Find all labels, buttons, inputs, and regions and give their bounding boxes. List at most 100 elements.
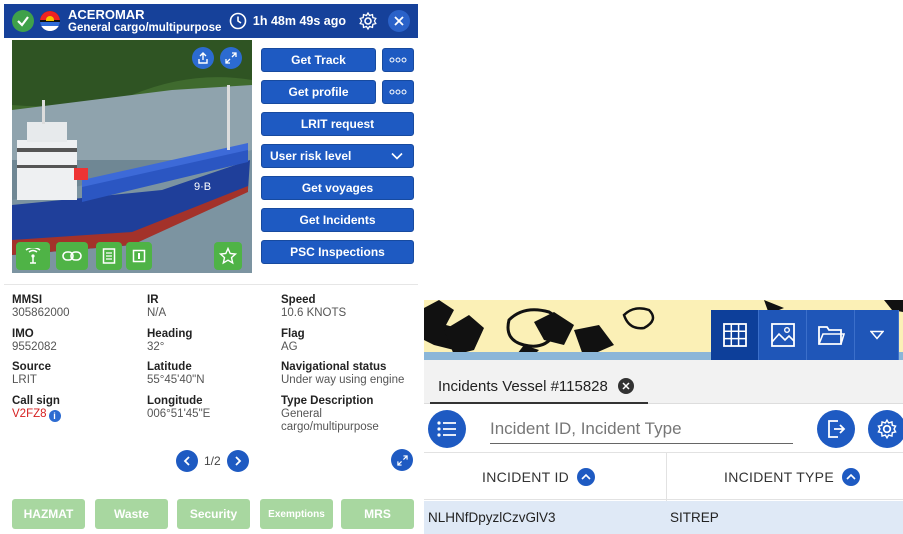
expand-photo-button[interactable]	[220, 47, 242, 69]
share-photo-button[interactable]	[192, 47, 214, 69]
chevron-left-icon	[183, 456, 190, 466]
more-icon	[389, 89, 407, 95]
vessel-panel: ACEROMAR General cargo/multipurpose 1h 4…	[0, 0, 422, 534]
star-icon	[219, 247, 237, 265]
ir-value: N/A	[147, 307, 167, 320]
chevron-right-icon	[235, 456, 241, 466]
pager: 1/2	[176, 450, 249, 472]
speed-label: Speed	[281, 294, 316, 306]
column-header-incident-id[interactable]: INCIDENT ID	[482, 453, 596, 501]
mrs-button[interactable]: MRS	[341, 499, 414, 529]
tab-label: Incidents Vessel #115828	[438, 377, 608, 395]
call-sign-value[interactable]: V2FZ8	[12, 408, 47, 420]
vessel-name: ACEROMAR	[68, 6, 145, 22]
close-tab-button[interactable]	[617, 378, 634, 394]
flag-label: Flag	[281, 328, 305, 340]
source-value: LRIT	[12, 374, 37, 387]
list-icon	[437, 421, 456, 437]
user-risk-level-label: User risk level	[270, 149, 352, 163]
longitude-field: Longitude 006°51'45"E	[147, 395, 210, 421]
filter-list-button[interactable]	[428, 410, 466, 448]
exemptions-button[interactable]: Exemptions	[260, 499, 333, 529]
lrit-request-button[interactable]: LRIT request	[261, 112, 414, 136]
close-icon	[622, 382, 630, 390]
mmsi-value: 305862000	[12, 307, 70, 320]
document-button[interactable]	[96, 242, 122, 270]
mmsi-field: MMSI 305862000	[12, 294, 70, 320]
last-seen-text: 1h 48m 49s ago	[252, 14, 346, 28]
close-icon	[394, 16, 404, 26]
waste-button[interactable]: Waste	[95, 499, 168, 529]
vessel-type: General cargo/multipurpose	[68, 21, 222, 34]
latitude-field: Latitude 55°45'40"N	[147, 361, 205, 387]
settings-button[interactable]	[868, 410, 903, 448]
column-label: INCIDENT ID	[482, 469, 570, 485]
last-seen: 1h 48m 49s ago	[229, 10, 418, 32]
hazmat-button[interactable]: HAZMAT	[12, 499, 85, 529]
table-row[interactable]: NLHNfDpyzlCzvGlV3 SITREP	[424, 501, 903, 534]
sort-icon[interactable]	[841, 468, 860, 486]
source-field: Source LRIT	[12, 361, 51, 387]
folder-icon	[817, 326, 845, 345]
page-indicator: 1/2	[204, 454, 221, 468]
tab-incidents-vessel[interactable]: Incidents Vessel #115828	[430, 370, 648, 404]
next-page-button[interactable]	[226, 450, 249, 472]
image-view-button[interactable]	[759, 310, 807, 360]
type-description-value-line2: cargo/multipurpose	[281, 421, 379, 434]
sort-icon[interactable]	[577, 468, 596, 486]
vessel-photo: 9·B	[12, 40, 252, 273]
source-label: Source	[12, 361, 51, 373]
longitude-value: 006°51'45"E	[147, 408, 211, 421]
security-button[interactable]: Security	[177, 499, 250, 529]
call-sign-field: Call sign V2FZ8 i	[12, 395, 61, 423]
search-input[interactable]	[490, 414, 793, 444]
expand-icon	[396, 454, 408, 466]
speed-field: Speed 10.6 KNOTS	[281, 294, 346, 320]
info-card-icon	[132, 249, 146, 263]
psc-inspections-button[interactable]: PSC Inspections	[261, 240, 414, 264]
close-button[interactable]	[388, 10, 410, 32]
expand-details-button[interactable]	[391, 449, 413, 471]
toolbar-menu-button[interactable]	[855, 310, 899, 360]
track-options-button[interactable]	[382, 48, 414, 72]
document-icon	[102, 248, 116, 264]
heading-label: Heading	[147, 328, 193, 340]
info-icon[interactable]: i	[48, 410, 61, 423]
divider	[4, 284, 418, 285]
export-icon	[828, 420, 846, 438]
nav-status-label: Navigational status	[281, 361, 387, 373]
get-track-button[interactable]: Get Track	[261, 48, 376, 72]
type-description-field: Type Description General cargo/multipurp…	[281, 395, 379, 435]
type-description-label: Type Description	[281, 395, 374, 407]
flag-value: AG	[281, 341, 298, 354]
gear-icon	[877, 418, 897, 440]
prev-page-button[interactable]	[176, 450, 198, 472]
longitude-label: Longitude	[147, 395, 203, 407]
ir-field: IR N/A	[147, 294, 166, 320]
type-description-value-line1: General	[281, 408, 322, 421]
incident-type-cell: SITREP	[670, 510, 719, 525]
profile-options-button[interactable]	[382, 80, 414, 104]
column-header-incident-type[interactable]: INCIDENT TYPE	[724, 453, 860, 501]
imo-label: IMO	[12, 328, 34, 340]
nav-status-value: Under way using engine	[281, 374, 405, 387]
expand-icon	[225, 52, 237, 64]
get-voyages-button[interactable]: Get voyages	[261, 176, 414, 200]
flag-icon	[40, 11, 60, 31]
ir-label: IR	[147, 294, 159, 306]
gear-icon[interactable]	[358, 11, 378, 31]
antenna-button[interactable]	[16, 242, 50, 270]
get-incidents-button[interactable]: Get Incidents	[261, 208, 414, 232]
grid-view-button[interactable]	[711, 310, 759, 360]
info-card-button[interactable]	[126, 242, 152, 270]
latitude-label: Latitude	[147, 361, 192, 373]
favorite-button[interactable]	[214, 242, 242, 270]
folder-button[interactable]	[807, 310, 855, 360]
svg-text:9·B: 9·B	[194, 181, 211, 193]
link-button[interactable]	[56, 242, 88, 270]
imo-value: 9552082	[12, 341, 57, 354]
incident-id-cell: NLHNfDpyzlCzvGlV3	[428, 510, 556, 525]
get-profile-button[interactable]: Get profile	[261, 80, 376, 104]
user-risk-level-select[interactable]: User risk level	[261, 144, 414, 168]
export-button[interactable]	[817, 410, 855, 448]
